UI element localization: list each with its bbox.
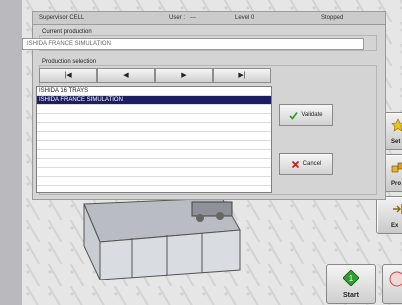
level-indicator: Level 0 xyxy=(235,15,255,21)
stop-button[interactable] xyxy=(382,264,402,304)
user-value: --- xyxy=(190,15,196,21)
exit-label: Ex xyxy=(391,223,399,229)
machine-state: Stopped xyxy=(321,15,344,21)
setup-label: Set xyxy=(391,139,401,145)
list-item-empty xyxy=(37,168,271,177)
production-label: Pro xyxy=(391,181,402,187)
cancel-label: Cancel xyxy=(302,161,322,167)
list-item-empty xyxy=(37,114,271,123)
checkmark-icon xyxy=(289,111,299,120)
exit-button[interactable]: Ex xyxy=(376,196,402,234)
last-record-button[interactable]: ▶| xyxy=(213,68,271,83)
exit-icon xyxy=(393,204,402,214)
stop-icon xyxy=(389,271,402,287)
list-item-empty xyxy=(37,159,271,168)
close-icon xyxy=(291,160,299,168)
validate-label: Validate xyxy=(301,112,323,118)
first-record-button[interactable]: |◀ xyxy=(39,68,97,83)
current-production-field: ISHIDA FRANCE SIMULATION xyxy=(22,38,364,50)
list-item-empty xyxy=(37,123,271,132)
cancel-button[interactable]: Cancel xyxy=(279,153,333,175)
previous-record-button[interactable]: ◀ xyxy=(97,68,155,83)
station-name: Supervisor CELL xyxy=(39,15,85,21)
list-item-empty xyxy=(37,150,271,159)
start-label: Start xyxy=(343,292,359,299)
list-item[interactable]: ISHIDA 16 TRAYS xyxy=(37,87,271,96)
start-diamond-icon: 1 xyxy=(343,270,359,286)
list-item-empty xyxy=(37,177,271,186)
machine-illustration xyxy=(83,197,241,280)
next-record-button[interactable]: ▶ xyxy=(155,68,213,83)
star-icon xyxy=(391,118,402,132)
validate-button[interactable]: Validate xyxy=(279,104,333,126)
start-button[interactable]: 1 Start xyxy=(326,264,376,304)
status-bar: Supervisor CELL User : --- Level 0 Stopp… xyxy=(32,11,386,25)
list-item-empty xyxy=(37,105,271,114)
production-list[interactable]: ISHIDA 16 TRAYS ISHIDA FRANCE SIMULATION xyxy=(36,86,272,193)
list-item-selected[interactable]: ISHIDA FRANCE SIMULATION xyxy=(37,96,271,105)
left-strip xyxy=(0,0,22,305)
svg-text:1: 1 xyxy=(349,274,354,283)
list-item-empty xyxy=(37,141,271,150)
list-item-empty xyxy=(37,132,271,141)
packages-icon xyxy=(391,162,402,173)
user-label: User : xyxy=(169,15,186,21)
